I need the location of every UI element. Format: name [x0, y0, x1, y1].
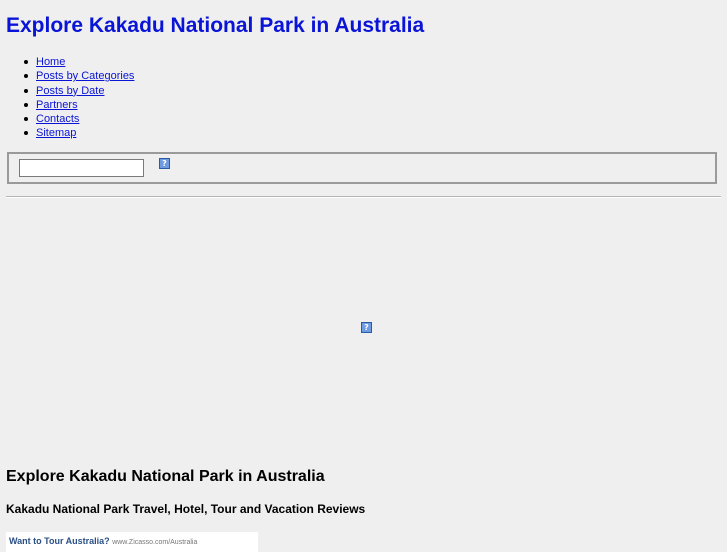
ad-unit: Want to Tour Australia? www.Zicasso.com/… — [6, 532, 258, 552]
page-heading: Explore Kakadu National Park in Australi… — [6, 468, 325, 485]
divider — [6, 196, 721, 198]
nav-link-partners[interactable]: Partners — [36, 99, 78, 111]
site-title: Explore Kakadu National Park in Australi… — [6, 14, 425, 37]
nav-item-contacts: Contacts — [23, 112, 134, 126]
nav-item-posts-by-categories: Posts by Categories — [23, 69, 134, 83]
nav-link-posts-by-categories[interactable]: Posts by Categories — [36, 70, 134, 82]
nav-link-posts-by-date[interactable]: Posts by Date — [36, 85, 104, 97]
nav-link-sitemap[interactable]: Sitemap — [36, 127, 76, 139]
nav-link-contacts[interactable]: Contacts — [36, 113, 79, 125]
nav-item-partners: Partners — [23, 98, 134, 112]
page-subheading: Kakadu National Park Travel, Hotel, Tour… — [6, 502, 366, 516]
search-input[interactable] — [19, 159, 144, 177]
nav-item-home: Home — [23, 55, 134, 69]
broken-image-icon[interactable]: ? — [159, 158, 170, 169]
broken-image-icon: ? — [361, 322, 372, 333]
nav-item-sitemap: Sitemap — [23, 126, 134, 140]
nav-item-posts-by-date: Posts by Date — [23, 84, 134, 98]
search-form: ? — [7, 152, 717, 184]
nav-link-home[interactable]: Home — [36, 56, 65, 68]
main-nav: Home Posts by Categories Posts by Date P… — [0, 55, 134, 141]
